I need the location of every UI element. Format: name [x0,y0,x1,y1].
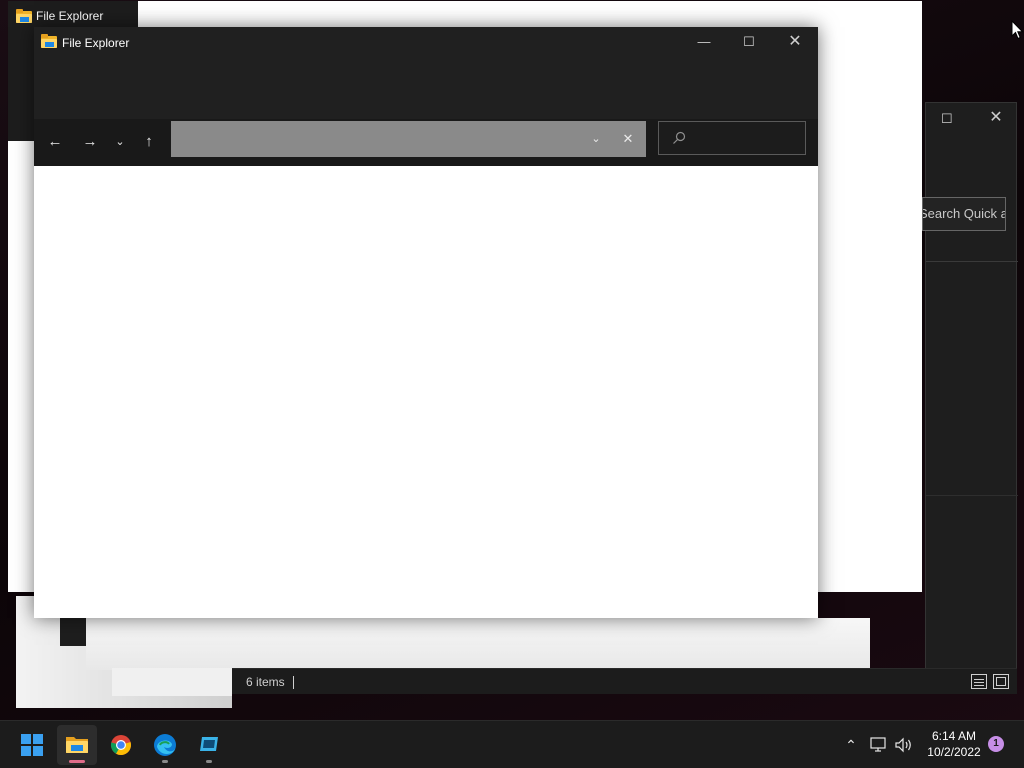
minimize-button[interactable]: — [684,31,724,53]
details-view-icon[interactable] [971,674,987,689]
mouse-cursor-icon [1011,20,1024,40]
status-bar: 6 items [232,668,1017,694]
clock-date: 10/2/2022 [927,745,981,759]
taskbar-chrome[interactable] [101,725,141,765]
file-explorer-icon [66,737,88,753]
content-area [8,141,34,592]
taskbar-file-explorer[interactable] [57,725,97,765]
divider [926,495,1018,496]
up-button[interactable]: ↑ [137,130,161,154]
taskbar-app[interactable] [189,725,229,765]
folder-icon [16,9,32,23]
window-title: File Explorer [62,36,130,50]
taskbar-edge[interactable] [145,725,185,765]
window-animation-layer [112,668,232,696]
forward-button[interactable]: → [78,130,102,154]
search-input[interactable] [658,121,806,155]
separator [293,676,294,689]
title-bar[interactable]: File Explorer — ☐ ✕ [34,27,818,119]
clock-time: 6:14 AM [931,729,977,743]
volume-icon[interactable] [894,735,914,755]
file-list-area[interactable] [34,166,818,618]
folder-icon [41,34,57,48]
running-indicator [206,760,212,763]
close-button[interactable]: ✕ [775,31,815,53]
back-button[interactable]: ← [43,130,67,154]
window-title: File Explorer [36,9,104,23]
chrome-icon [110,735,131,756]
network-icon[interactable] [869,735,889,755]
taskbar: ⌃ 6:14 AM 10/2/2022 [0,720,1024,768]
app-icon [200,737,218,751]
edge-icon [154,734,176,756]
address-bar[interactable]: ⌄ ✕ [171,121,646,157]
window-animation-layer [86,618,870,670]
start-button[interactable] [12,725,52,765]
windows-logo-icon [21,734,43,756]
background-window-right[interactable]: ☐ ✕ Search Quick access [922,102,1018,694]
item-count: 6 items [246,675,285,689]
file-explorer-window[interactable]: File Explorer — ☐ ✕ ← → ⌄ ↑ ⌄ ✕ [34,27,818,618]
show-hidden-icons-button[interactable]: ⌃ [841,735,861,755]
recent-locations-button[interactable]: ⌄ [108,130,132,154]
search-quick-access-field[interactable]: Search Quick access [922,197,1006,231]
search-icon [673,131,686,144]
address-dropdown-button[interactable]: ⌄ [585,128,607,150]
maximize-icon[interactable]: ☐ [941,111,955,126]
maximize-button[interactable]: ☐ [729,31,769,53]
divider [926,261,1018,262]
clear-address-button[interactable]: ✕ [617,128,639,150]
clock[interactable]: 6:14 AM 10/2/2022 [920,728,988,760]
close-icon[interactable]: ✕ [984,107,1008,127]
navigation-bar: ← → ⌄ ↑ ⌄ ✕ [34,119,818,166]
notification-badge[interactable]: 1 [988,736,1004,752]
large-icons-view-icon[interactable] [993,674,1009,689]
active-indicator [69,760,85,763]
running-indicator [162,760,168,763]
